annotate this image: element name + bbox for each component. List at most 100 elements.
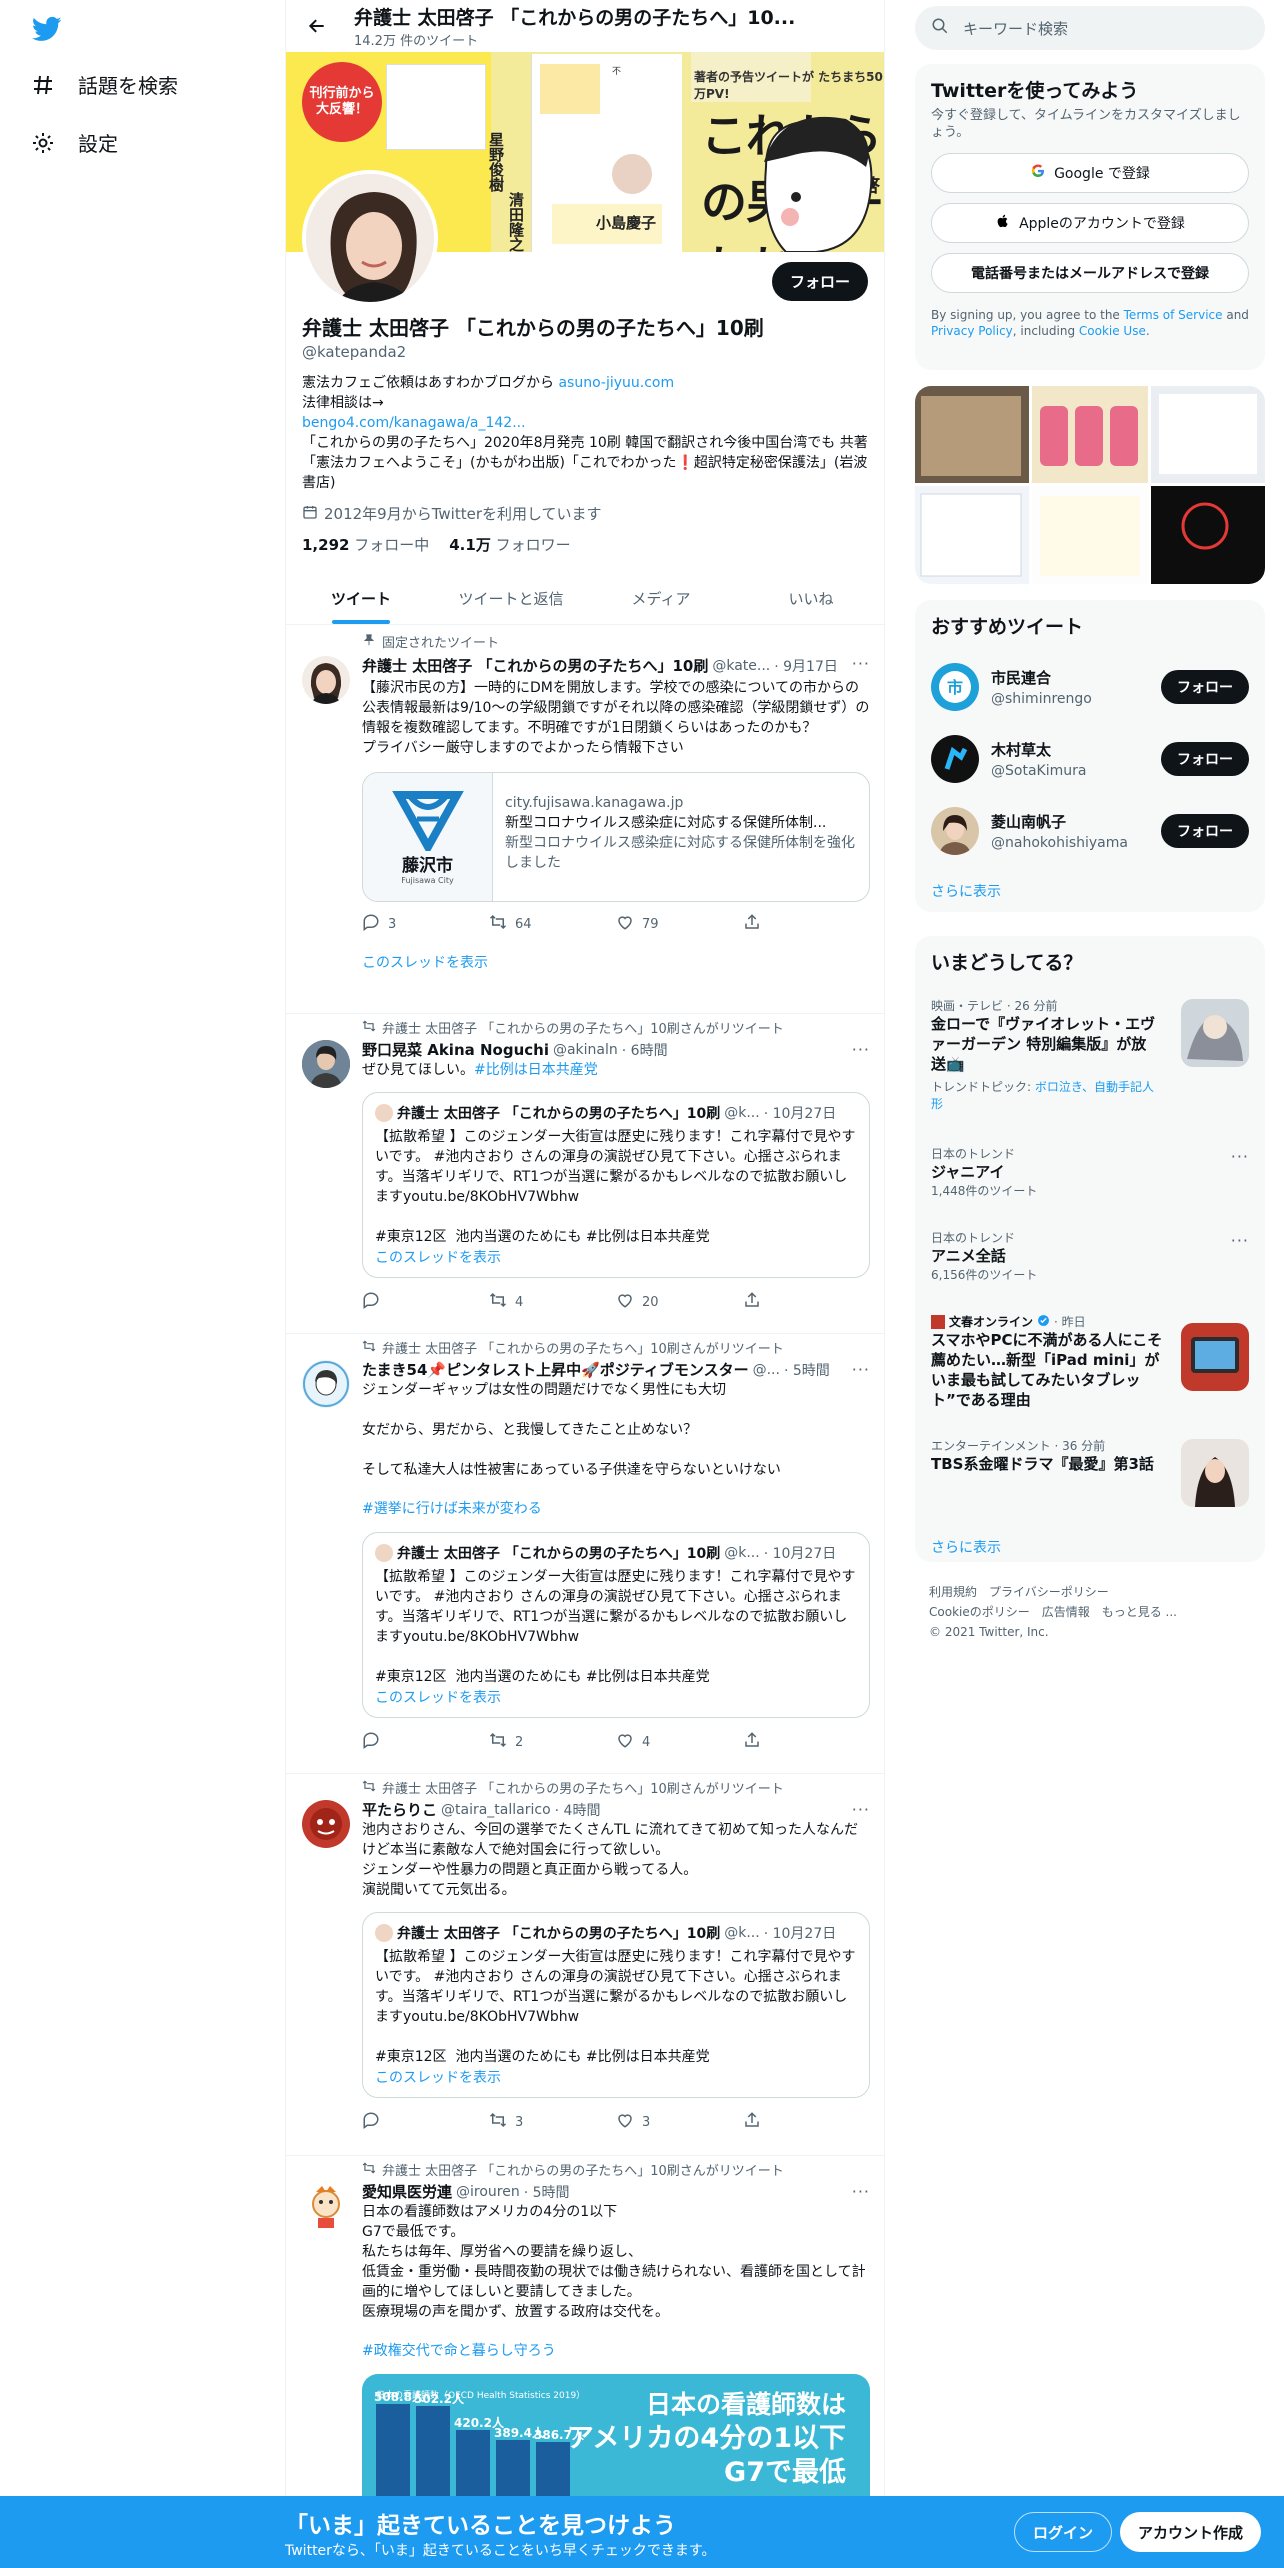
footer-line-2[interactable]: Cookieのポリシー 広告情報 もっと見る ...	[929, 1602, 1259, 1622]
trends-title: いまどうしてる？	[931, 952, 1083, 974]
bio-link-bengo4[interactable]: bengo4.com/kanagawa/a_142...	[302, 413, 870, 433]
privacy-link[interactable]: Privacy Policy	[931, 324, 1013, 338]
tweet-retweet-noguchi[interactable]: ··· 弁護士 太田啓子 「これからの男の子たちへ」10刷さんがリツイート 野口…	[286, 1014, 884, 1334]
nav-explore[interactable]: 話題を検索	[30, 70, 178, 99]
nav-settings[interactable]: 設定	[30, 128, 118, 157]
follow-button[interactable]: フォロー	[1161, 742, 1249, 776]
apple-signup-label: Appleのアカウントで登録	[1019, 216, 1185, 232]
trend-item-3[interactable]: 日本のトレンド アニメ全話 6,156件のツイート ···	[915, 1219, 1265, 1303]
share-button[interactable]	[743, 1731, 870, 1753]
phone-email-signup-button[interactable]: 電話番号またはメールアドレスで登録	[931, 253, 1249, 293]
reply-icon	[362, 1291, 380, 1313]
tweet-author-name[interactable]: 愛知県医労連	[362, 2181, 452, 2202]
quote-show-thread[interactable]: このスレッドを表示	[375, 1247, 857, 1267]
trend-item-1[interactable]: 映画・テレビ · 26 分前 金ローで『ヴァイオレット・エヴァーガーデン 特別編…	[915, 987, 1265, 1135]
like-button[interactable]: 20	[616, 1291, 743, 1313]
tab-tweets-replies[interactable]: ツイートと返信	[436, 573, 586, 624]
apple-signup-button[interactable]: Appleのアカウントで登録	[931, 203, 1249, 243]
tweet-author-name[interactable]: 野口晃菜 Akina Noguchi	[362, 1039, 549, 1060]
like-button[interactable]: 4	[616, 1731, 743, 1753]
quote-time: · 10月27日	[763, 1926, 837, 1942]
recommend-user-1[interactable]: 市 市民連合 @shiminrengo フォロー	[915, 651, 1265, 723]
tweet-time[interactable]: · 6時間	[622, 1040, 668, 1060]
share-button[interactable]	[743, 1291, 870, 1313]
tab-likes[interactable]: いいね	[736, 573, 884, 624]
tweet-avatar[interactable]	[302, 2182, 350, 2230]
like-button[interactable]: 79	[616, 913, 743, 935]
reply-button[interactable]: 3	[362, 913, 489, 935]
trend-item-5[interactable]: エンターテインメント · 36 分前 TBS系金曜ドラマ『最愛』第3話	[915, 1427, 1265, 1523]
tweet-author-name[interactable]: 弁護士 太田啓子 「これからの男の子たちへ」10刷	[362, 655, 708, 676]
nav-explore-label: 話題を検索	[78, 74, 178, 98]
hashtag-link[interactable]: #政権交代で命と暮らし守ろう	[362, 2340, 870, 2360]
trend-more-icon[interactable]: ···	[1231, 1231, 1249, 1250]
tweet-pinned[interactable]: ··· 固定されたツイート 弁護士 太田啓子 「これからの男の子たちへ」10刷 …	[286, 626, 884, 1014]
tweet-pinned-context: 固定されたツイート	[362, 632, 870, 651]
tweet-avatar[interactable]	[302, 1040, 350, 1088]
trend-item-2[interactable]: 日本のトレンド ジャニアイ 1,448件のツイート ···	[915, 1135, 1265, 1219]
show-thread-link[interactable]: このスレッドを表示	[362, 952, 870, 972]
footer-line-1[interactable]: 利用規約 プライバシーポリシー	[929, 1582, 1259, 1602]
tab-media[interactable]: メディア	[586, 573, 736, 624]
legal-including: , including	[1012, 324, 1079, 338]
followers-link[interactable]: 4.1万 フォロワー	[449, 534, 570, 555]
twitter-logo-icon[interactable]	[30, 14, 64, 44]
create-account-button[interactable]: アカウント作成	[1120, 2512, 1262, 2552]
quote-tweet[interactable]: 弁護士 太田啓子 「これからの男の子たちへ」10刷 @k... · 10月27日…	[362, 1092, 870, 1278]
google-signup-button[interactable]: Google で登録	[931, 153, 1249, 193]
share-icon	[743, 1731, 761, 1753]
tweet-retweet-taira[interactable]: ··· 弁護士 太田啓子 「これからの男の子たちへ」10刷さんがリツイート 平た…	[286, 1774, 884, 2156]
tab-tweets[interactable]: ツイート	[286, 573, 436, 624]
retweet-button[interactable]: 3	[489, 2111, 616, 2133]
follow-button[interactable]: フォロー	[1161, 814, 1249, 848]
hashtag-link[interactable]: #比例は日本共産党	[474, 1062, 598, 1078]
quote-show-thread[interactable]: このスレッドを表示	[375, 1687, 857, 1707]
tweet-author-name[interactable]: 平たらりこ	[362, 1799, 437, 1820]
recommend-user-2[interactable]: 木村草太 @SotaKimura フォロー	[915, 723, 1265, 795]
hashtag-link[interactable]: #選挙に行けば未来が変わる	[362, 1498, 870, 1518]
tweet-retweet-tamaki[interactable]: ··· 弁護士 太田啓子 「これからの男の子たちへ」10刷さんがリツイート たま…	[286, 1334, 884, 1774]
trends-show-more[interactable]: さらに表示	[915, 1523, 1265, 1562]
trend-more-icon[interactable]: ···	[1231, 1147, 1249, 1166]
media-grid[interactable]	[915, 386, 1265, 584]
retweet-button[interactable]: 4	[489, 1291, 616, 1313]
trend-source-time: · 昨日	[1054, 1315, 1086, 1329]
reply-button[interactable]	[362, 1731, 489, 1753]
tweet-time[interactable]: · 5時間	[784, 1360, 830, 1380]
tweet-avatar[interactable]	[302, 656, 350, 704]
trend-item-4[interactable]: 文春オンライン · 昨日 スマホやPCに不満がある人にこそ薦めたい…新型「iPa…	[915, 1303, 1265, 1427]
back-arrow-icon[interactable]	[300, 9, 334, 43]
reply-button[interactable]	[362, 2111, 489, 2133]
tweet-image[interactable]: 日本の看護師数（OECD Health Statistics 2019） 508…	[362, 2374, 870, 2504]
show-more-link[interactable]: さらに表示	[915, 867, 1265, 912]
retweet-button[interactable]: 2	[489, 1731, 616, 1753]
share-button[interactable]	[743, 913, 870, 935]
follow-button[interactable]: フォロー	[1161, 670, 1249, 704]
tweet-author-name[interactable]: たまき54📌ピンタレスト上昇中🚀ポジティブモンスター	[362, 1359, 749, 1380]
profile-avatar[interactable]	[302, 170, 438, 306]
quote-show-thread[interactable]: このスレッドを表示	[375, 2067, 857, 2087]
quote-header: 弁護士 太田啓子 「これからの男の子たちへ」10刷 @k... · 10月27日	[375, 1103, 857, 1123]
tweet-time[interactable]: · 9月17日	[774, 656, 838, 676]
share-button[interactable]	[743, 2111, 870, 2133]
tweet-avatar[interactable]	[302, 1800, 350, 1848]
bio-link-asuno[interactable]: asuno-jiyuu.com	[558, 375, 674, 391]
tweet-avatar[interactable]	[302, 1360, 350, 1408]
search-input[interactable]: キーワード検索	[963, 18, 1068, 39]
terms-link[interactable]: Terms of Service	[1124, 308, 1223, 322]
like-button[interactable]: 3	[616, 2111, 743, 2133]
login-button[interactable]: ログイン	[1014, 2512, 1113, 2552]
recommend-user-3[interactable]: 菱山南帆子 @nahokohishiyama フォロー	[915, 795, 1265, 867]
link-card[interactable]: 藤沢市 Fujisawa City city.fujisawa.kanagawa…	[362, 772, 870, 902]
reply-button[interactable]	[362, 1291, 489, 1313]
following-link[interactable]: 1,292 フォロー中	[302, 534, 429, 555]
media-thumbnails	[915, 386, 1265, 584]
search-box[interactable]: キーワード検索	[915, 6, 1265, 50]
quote-tweet[interactable]: 弁護士 太田啓子 「これからの男の子たちへ」10刷 @k... · 10月27日…	[362, 1532, 870, 1718]
tweet-time[interactable]: · 4時間	[555, 1800, 601, 1820]
tweet-time[interactable]: · 5時間	[524, 2182, 570, 2202]
follow-button[interactable]: フォロー	[771, 262, 868, 301]
quote-tweet[interactable]: 弁護士 太田啓子 「これからの男の子たちへ」10刷 @k... · 10月27日…	[362, 1912, 870, 2098]
retweet-button[interactable]: 64	[489, 913, 616, 935]
cookie-link[interactable]: Cookie Use	[1079, 324, 1146, 338]
